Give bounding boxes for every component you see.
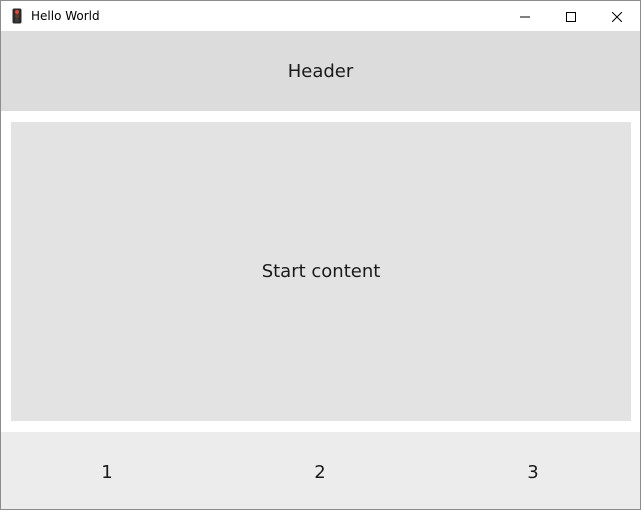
content-label: Start content [261, 261, 381, 282]
maximize-button[interactable] [548, 1, 594, 31]
maximize-icon [566, 7, 576, 26]
footer-panel: 1 2 3 [1, 432, 640, 509]
traffic-light-icon [10, 8, 24, 24]
header-label: Header [287, 60, 354, 82]
content-panel: Start content [11, 122, 631, 421]
close-button[interactable] [594, 1, 640, 31]
app-window: Hello World Header Start content 1 2 3 [0, 0, 641, 510]
minimize-button[interactable] [502, 1, 548, 31]
footer-item-2: 2 [314, 461, 326, 483]
footer-item-1: 1 [101, 461, 113, 483]
header-panel: Header [1, 31, 640, 111]
title-bar[interactable]: Hello World [1, 1, 640, 31]
close-icon [611, 7, 623, 26]
footer-item-3: 3 [527, 461, 539, 483]
minimize-icon [520, 7, 530, 26]
caption-buttons [502, 1, 640, 31]
window-title: Hello World [31, 9, 100, 23]
